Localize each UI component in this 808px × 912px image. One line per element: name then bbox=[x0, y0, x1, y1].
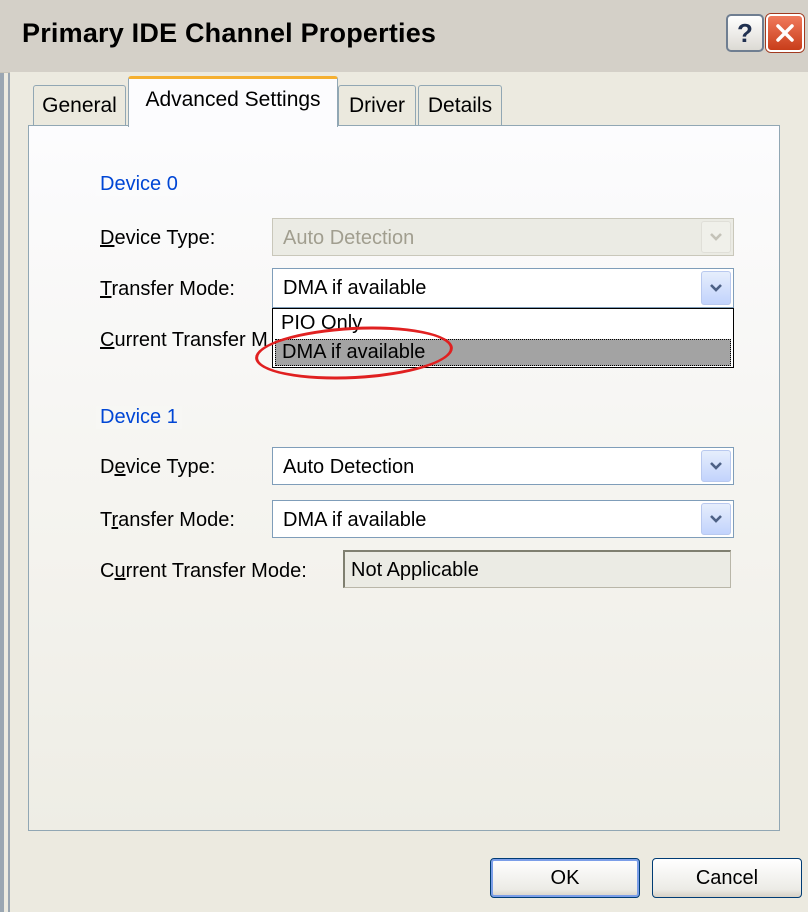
help-button[interactable]: ? bbox=[726, 14, 764, 52]
device-0-legend: Device 0 bbox=[96, 173, 182, 196]
window-title: Primary IDE Channel Properties bbox=[22, 18, 437, 48]
tab-general[interactable]: General bbox=[33, 85, 126, 125]
help-icon: ? bbox=[737, 17, 753, 48]
device-0-transfer-mode-select[interactable]: DMA if available bbox=[272, 268, 734, 308]
chevron-down-icon[interactable] bbox=[701, 503, 731, 535]
chevron-down-icon[interactable] bbox=[701, 271, 731, 305]
window-frame-left bbox=[0, 0, 10, 912]
device-1-transfer-mode-label: Transfer Mode: bbox=[100, 509, 235, 531]
device-0-current-transfer-label: Current Transfer M bbox=[100, 329, 268, 351]
device-0-type-value: Auto Detection bbox=[283, 227, 415, 249]
device-1-current-transfer-label: Current Transfer Mode: bbox=[100, 560, 307, 582]
device-0-transfer-mode-value: DMA if available bbox=[283, 277, 427, 299]
device-0-transfer-mode-label: Transfer Mode: bbox=[100, 278, 235, 300]
device-1-transfer-mode-value: DMA if available bbox=[283, 509, 427, 531]
device-1-type-value: Auto Detection bbox=[283, 456, 415, 478]
tab-details[interactable]: Details bbox=[418, 85, 502, 125]
device-1-transfer-mode-select[interactable]: DMA if available bbox=[272, 500, 734, 538]
close-icon bbox=[776, 24, 794, 42]
properties-dialog: Primary IDE Channel Properties ? General… bbox=[0, 0, 808, 912]
ok-button[interactable]: OK bbox=[490, 858, 640, 898]
tab-driver[interactable]: Driver bbox=[338, 85, 416, 125]
device-1-legend: Device 1 bbox=[96, 406, 182, 429]
device-0-type-select: Auto Detection bbox=[272, 218, 734, 256]
device-1-current-transfer-field: Not Applicable bbox=[343, 550, 731, 588]
close-button[interactable] bbox=[766, 14, 804, 52]
tab-advanced-settings[interactable]: Advanced Settings bbox=[128, 76, 338, 127]
device-0-type-label: Device Type: bbox=[100, 227, 216, 249]
chevron-down-icon[interactable] bbox=[701, 450, 731, 482]
device-1-type-label: Device Type: bbox=[100, 456, 216, 478]
device-1-type-select[interactable]: Auto Detection bbox=[272, 447, 734, 485]
chevron-down-icon bbox=[701, 221, 731, 253]
cancel-button[interactable]: Cancel bbox=[652, 858, 802, 898]
title-bar[interactable]: Primary IDE Channel Properties ? bbox=[0, 0, 808, 73]
